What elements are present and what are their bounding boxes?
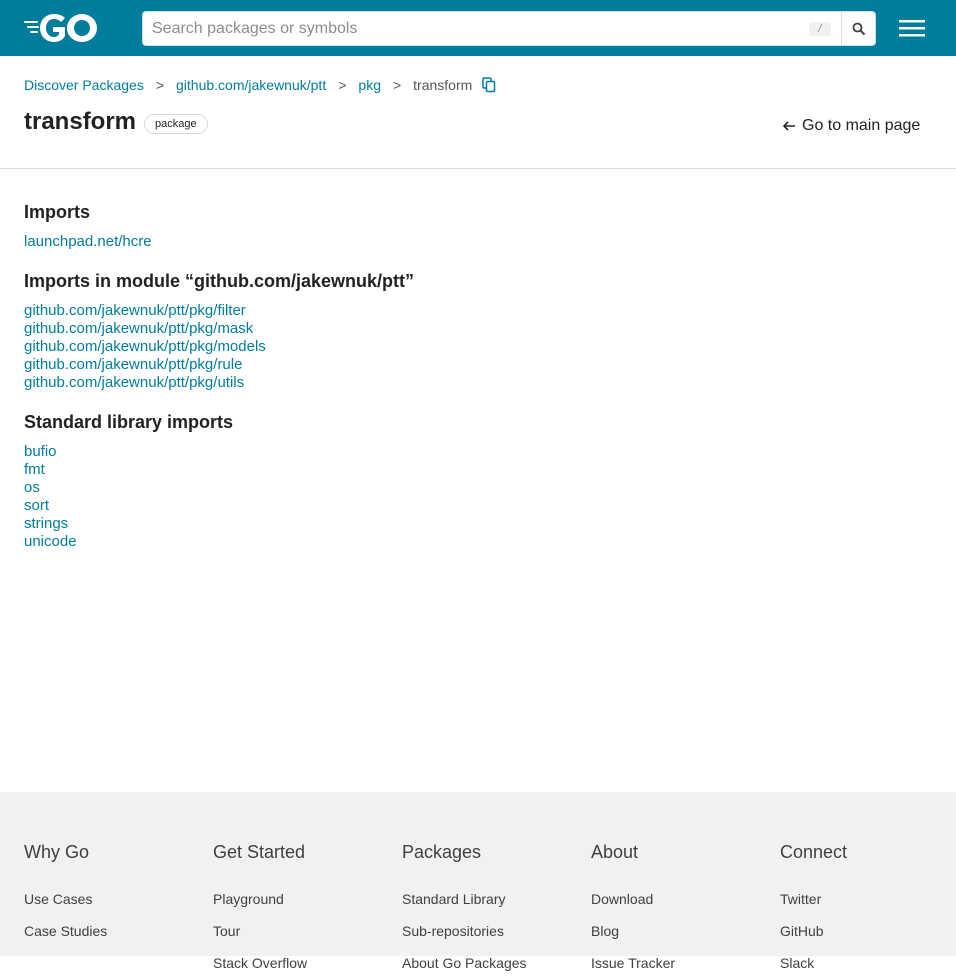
search-shortcut-hint: / <box>809 22 831 36</box>
imports-list: launchpad.net/hcre <box>24 233 924 251</box>
footer-link[interactable]: GitHub <box>780 915 940 947</box>
footer-column-get-started: Get Started Playground Tour Stack Overfl… <box>213 842 393 979</box>
import-link[interactable]: github.com/jakewnuk/ptt/pkg/filter <box>24 302 924 320</box>
hamburger-menu-icon <box>899 20 925 37</box>
footer-link[interactable]: About Go Packages <box>402 947 582 979</box>
import-link[interactable]: fmt <box>24 461 924 479</box>
footer-link[interactable]: Twitter <box>780 883 940 915</box>
menu-button[interactable] <box>899 18 925 38</box>
footer-column-title: About <box>591 842 639 862</box>
import-link[interactable]: github.com/jakewnuk/ptt/pkg/models <box>24 338 924 356</box>
breadcrumb-current: transform <box>413 77 473 93</box>
stdlib-imports-list: bufio fmt os sort strings unicode <box>24 443 924 551</box>
search-box: / <box>142 11 876 46</box>
imports-content: Imports launchpad.net/hcre Imports in mo… <box>24 199 924 551</box>
footer-column-title: Packages <box>402 842 482 862</box>
footer-column-connect: Connect Twitter GitHub Slack <box>780 842 940 979</box>
section-title-imports: Imports <box>24 202 91 222</box>
footer-link[interactable]: Case Studies <box>24 915 204 947</box>
breadcrumb-separator: > <box>338 77 347 93</box>
import-link[interactable]: unicode <box>24 533 924 551</box>
arrow-left-icon <box>782 121 795 131</box>
footer-link[interactable]: Stack Overflow <box>213 947 393 979</box>
import-link[interactable]: bufio <box>24 443 924 461</box>
footer-column-why-go: Why Go Use Cases Case Studies <box>24 842 204 947</box>
footer-column-title: Get Started <box>213 842 306 862</box>
go-to-main-page-label: Go to main page <box>802 117 921 134</box>
header-divider <box>0 168 956 169</box>
footer-link[interactable]: Sub-repositories <box>402 915 582 947</box>
footer-link[interactable]: Tour <box>213 915 393 947</box>
breadcrumb: Discover Packages > github.com/jakewnuk/… <box>24 76 496 94</box>
footer-link[interactable]: Standard Library <box>402 883 582 915</box>
import-link[interactable]: strings <box>24 515 924 533</box>
site-footer: Why Go Use Cases Case Studies Get Starte… <box>0 792 956 971</box>
go-logo-icon <box>24 14 97 42</box>
page-title: transform <box>24 108 137 135</box>
footer-link[interactable]: Use Cases <box>24 883 204 915</box>
breadcrumb-separator: > <box>155 77 165 93</box>
search-input[interactable] <box>143 12 841 45</box>
search-icon <box>852 22 866 35</box>
footer-column-about: About Download Blog Issue Tracker <box>591 842 771 979</box>
copy-icon <box>482 77 496 93</box>
go-logo[interactable] <box>24 12 108 44</box>
footer-link[interactable]: Download <box>591 883 771 915</box>
import-link[interactable]: sort <box>24 497 924 515</box>
search-button[interactable] <box>841 12 876 45</box>
footer-link[interactable]: Playground <box>213 883 393 915</box>
package-badge: package <box>144 114 208 134</box>
footer-column-title: Why Go <box>24 842 90 862</box>
footer-link[interactable]: Blog <box>591 915 771 947</box>
import-link[interactable]: os <box>24 479 924 497</box>
module-imports-list: github.com/jakewnuk/ptt/pkg/filter githu… <box>24 302 924 392</box>
copy-path-button[interactable] <box>482 77 496 93</box>
import-link[interactable]: github.com/jakewnuk/ptt/pkg/rule <box>24 356 924 374</box>
import-link[interactable]: github.com/jakewnuk/ptt/pkg/utils <box>24 374 924 392</box>
breadcrumb-pkg[interactable]: pkg <box>358 77 381 93</box>
site-header: / <box>0 0 956 56</box>
breadcrumb-separator: > <box>392 77 402 93</box>
section-title-module-imports: Imports in module “github.com/jakewnuk/p… <box>24 271 415 291</box>
footer-column-packages: Packages Standard Library Sub-repositori… <box>402 842 582 979</box>
import-link[interactable]: launchpad.net/hcre <box>24 233 924 251</box>
footer-link[interactable]: Issue Tracker <box>591 947 771 979</box>
go-to-main-page-link[interactable]: Go to main page <box>782 117 920 135</box>
breadcrumb-discover-packages[interactable]: Discover Packages <box>24 77 144 93</box>
footer-column-title: Connect <box>780 842 848 862</box>
breadcrumb-module[interactable]: github.com/jakewnuk/ptt <box>176 77 326 93</box>
import-link[interactable]: github.com/jakewnuk/ptt/pkg/mask <box>24 320 924 338</box>
footer-link[interactable]: Slack <box>780 947 940 979</box>
section-title-stdlib-imports: Standard library imports <box>24 412 234 432</box>
